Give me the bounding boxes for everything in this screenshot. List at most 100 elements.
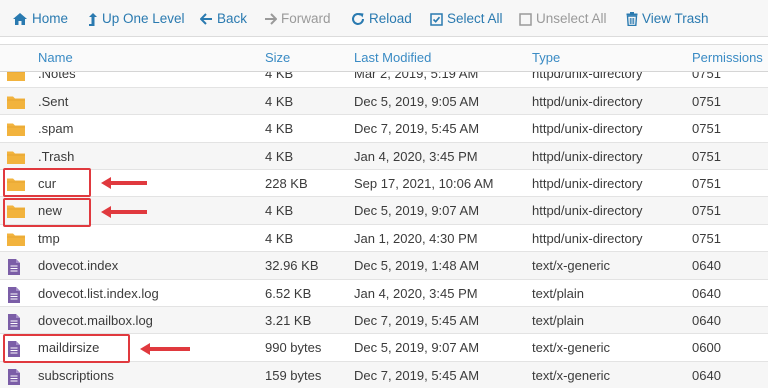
- up-one-level-button[interactable]: Up One Level: [88, 10, 185, 28]
- reload-button[interactable]: Reload: [351, 10, 412, 28]
- red-arrow-icon: [101, 177, 147, 189]
- trash-icon: [626, 12, 638, 27]
- table-row[interactable]: dovecot.index 32.96 KB Dec 5, 2019, 1:48…: [0, 252, 768, 280]
- file-size: 4 KB: [265, 148, 294, 164]
- file-last-modified: Dec 7, 2019, 5:45 AM: [354, 313, 480, 328]
- file-name: dovecot.list.index.log: [38, 285, 159, 301]
- table-row[interactable]: .Sent 4 KB Dec 5, 2019, 9:05 AM httpd/un…: [0, 87, 768, 116]
- file-type: httpd/unix-directory: [532, 93, 643, 109]
- file-last-modified: Dec 7, 2019, 5:45 AM: [354, 121, 480, 137]
- folder-icon: [6, 94, 26, 110]
- table-row[interactable]: dovecot.list.index.log 6.52 KB Jan 4, 20…: [0, 280, 768, 307]
- back-button[interactable]: Back: [200, 10, 247, 28]
- arrow-right-icon: [264, 13, 277, 26]
- highlight-box-cur: [3, 168, 91, 197]
- column-header-permissions[interactable]: Permissions: [692, 50, 763, 65]
- arrow-left-icon: [200, 13, 213, 26]
- file-size: 32.96 KB: [265, 258, 319, 274]
- file-type: text/x-generic: [532, 340, 611, 356]
- forward-button[interactable]: Forward: [264, 10, 331, 28]
- file-size: 990 bytes: [265, 340, 322, 356]
- file-icon: [6, 258, 22, 276]
- file-permissions: 0640: [692, 313, 721, 328]
- folder-icon: [6, 72, 26, 82]
- table-row[interactable]: tmp 4 KB Jan 1, 2020, 4:30 PM httpd/unix…: [0, 225, 768, 253]
- file-type: httpd/unix-directory: [532, 121, 643, 137]
- file-name: tmp: [38, 230, 60, 246]
- file-type: httpd/unix-directory: [532, 72, 643, 82]
- file-type: httpd/unix-directory: [532, 148, 643, 164]
- file-type: httpd/unix-directory: [532, 230, 643, 246]
- file-type: httpd/unix-directory: [532, 203, 643, 219]
- file-permissions: 0751: [692, 230, 721, 246]
- file-permissions: 0600: [692, 340, 721, 356]
- file-type: text/plain: [532, 313, 585, 328]
- folder-icon: [6, 231, 26, 247]
- file-size: 4 KB: [265, 203, 294, 219]
- file-last-modified: Jan 4, 2020, 3:45 PM: [354, 285, 478, 301]
- refresh-icon: [351, 12, 365, 26]
- file-name: .Notes: [38, 72, 76, 82]
- table-row[interactable]: .spam 4 KB Dec 7, 2019, 5:45 AM httpd/un…: [0, 115, 768, 143]
- file-permissions: 0751: [692, 93, 721, 109]
- file-size: 228 KB: [265, 176, 308, 191]
- table-row[interactable]: subscriptions 159 bytes Dec 7, 2019, 5:4…: [0, 361, 768, 388]
- home-button[interactable]: Home: [12, 10, 68, 28]
- select-all-button[interactable]: Select All: [430, 10, 503, 28]
- file-size: 4 KB: [265, 93, 294, 109]
- file-last-modified: Mar 2, 2019, 5:19 AM: [354, 72, 479, 82]
- level-up-icon: [88, 12, 98, 27]
- file-name: .Trash: [38, 148, 75, 164]
- file-manager-toolbar: Home Up One Level Back Forward Reload Se…: [0, 0, 768, 37]
- file-name: dovecot.mailbox.log: [38, 313, 153, 328]
- file-type: httpd/unix-directory: [532, 176, 643, 191]
- file-last-modified: Jan 1, 2020, 4:30 PM: [354, 230, 478, 246]
- file-permissions: 0751: [692, 203, 721, 219]
- file-last-modified: Dec 7, 2019, 5:45 AM: [354, 367, 480, 383]
- file-permissions: 0751: [692, 148, 721, 164]
- folder-icon: [6, 149, 26, 165]
- highlight-box-maildirsize: [3, 334, 130, 363]
- file-permissions: 0751: [692, 121, 721, 137]
- view-trash-button[interactable]: View Trash: [626, 10, 709, 28]
- checkbox-empty-icon: [519, 13, 532, 26]
- file-last-modified: Jan 4, 2020, 3:45 PM: [354, 148, 478, 164]
- file-permissions: 0751: [692, 176, 721, 191]
- file-last-modified: Dec 5, 2019, 1:48 AM: [354, 258, 480, 274]
- file-icon: [6, 313, 22, 330]
- column-header-type[interactable]: Type: [532, 50, 560, 65]
- file-permissions: 0640: [692, 258, 721, 274]
- file-size: 6.52 KB: [265, 285, 312, 301]
- highlight-box-new: [3, 198, 91, 227]
- column-header-name[interactable]: Name: [38, 50, 73, 65]
- file-size: 4 KB: [265, 121, 294, 137]
- file-last-modified: Dec 5, 2019, 9:07 AM: [354, 203, 480, 219]
- file-name: .spam: [38, 121, 74, 137]
- file-last-modified: Sep 17, 2021, 10:06 AM: [354, 176, 494, 191]
- table-header: Name Size Last Modified Type Permissions: [0, 44, 768, 72]
- unselect-all-button[interactable]: Unselect All: [519, 10, 607, 28]
- file-size: 3.21 KB: [265, 313, 312, 328]
- table-row[interactable]: .Trash 4 KB Jan 4, 2020, 3:45 PM httpd/u…: [0, 142, 768, 170]
- file-permissions: 0751: [692, 72, 721, 82]
- red-arrow-icon: [101, 206, 147, 218]
- column-header-size[interactable]: Size: [265, 50, 290, 65]
- file-size: 159 bytes: [265, 367, 322, 383]
- file-type: text/x-generic: [532, 367, 611, 383]
- column-header-last-modified[interactable]: Last Modified: [354, 50, 431, 65]
- folder-icon: [6, 121, 26, 137]
- file-icon: [6, 368, 22, 385]
- file-last-modified: Dec 5, 2019, 9:05 AM: [354, 93, 480, 109]
- file-size: 4 KB: [265, 72, 294, 82]
- file-type: text/plain: [532, 285, 585, 301]
- checkbox-checked-icon: [430, 13, 443, 26]
- table-row[interactable]: .Notes 4 KB Mar 2, 2019, 5:19 AM httpd/u…: [0, 72, 768, 88]
- file-size: 4 KB: [265, 230, 294, 246]
- file-permissions: 0640: [692, 285, 721, 301]
- table-row[interactable]: dovecot.mailbox.log 3.21 KB Dec 7, 2019,…: [0, 307, 768, 335]
- file-type: text/x-generic: [532, 258, 611, 274]
- red-arrow-icon: [140, 343, 190, 355]
- home-icon: [12, 12, 28, 26]
- file-name: dovecot.index: [38, 258, 119, 274]
- file-icon: [6, 286, 22, 303]
